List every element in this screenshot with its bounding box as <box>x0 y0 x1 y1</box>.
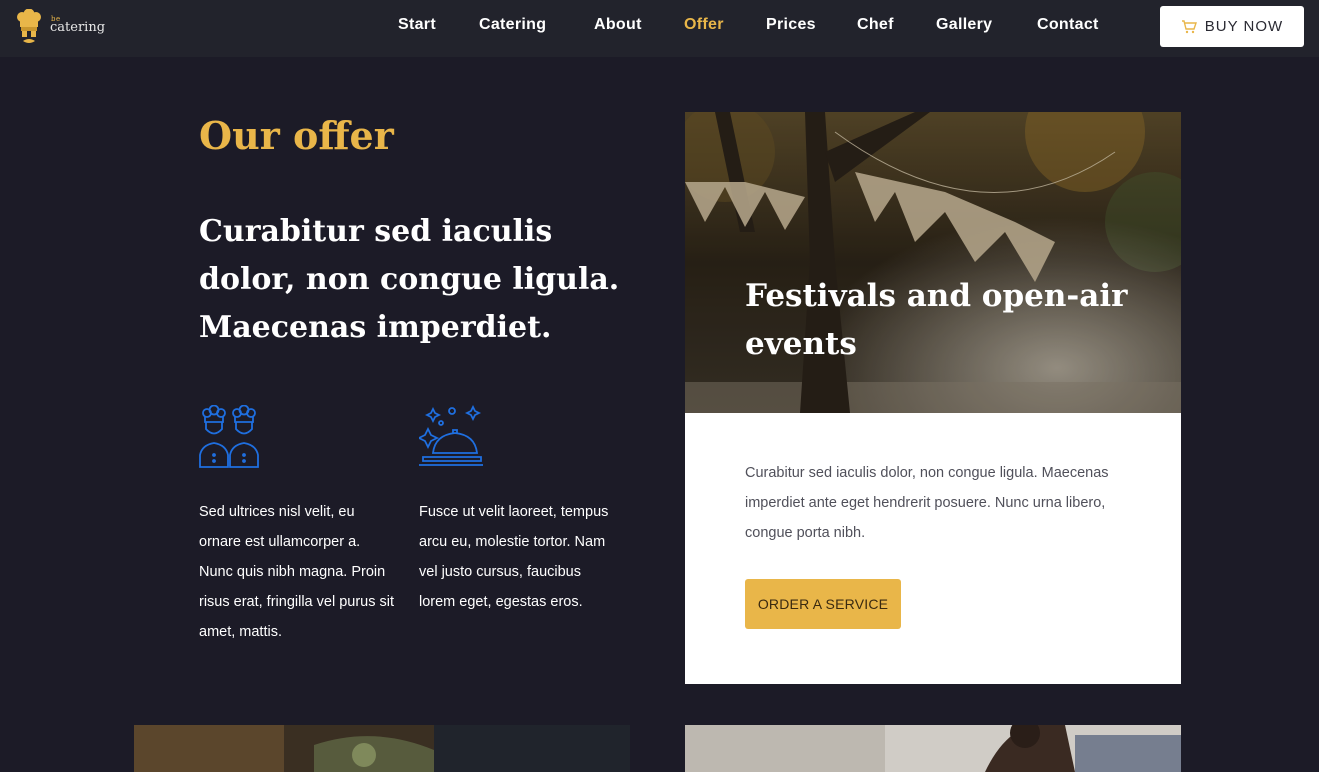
nav-item-contact[interactable]: Contact <box>1037 16 1099 34</box>
feature-text: Sed ultrices nisl velit, eu ornare est u… <box>199 504 395 640</box>
nav-item-start[interactable]: Start <box>398 16 436 34</box>
feature-item: Sed ultrices nisl velit, eu ornare est u… <box>199 405 394 647</box>
offer-card: Festivals and open-air events Curabitur … <box>685 112 1181 684</box>
food-image <box>134 725 630 772</box>
feature-item: Fusce ut velit laoreet, tempus arcu eu, … <box>419 405 614 617</box>
site-header: be catering Start Catering About Offer P… <box>0 0 1319 57</box>
main-nav: Start Catering About Offer Prices Chef G… <box>0 0 1319 57</box>
card-text: Curabitur sed iaculis dolor, non congue … <box>745 465 1109 541</box>
cloche-icon <box>419 405 483 466</box>
chefs-icon <box>199 405 259 468</box>
nav-item-gallery[interactable]: Gallery <box>936 16 992 34</box>
festival-image: Festivals and open-air events <box>685 112 1181 413</box>
lead-text: Curabitur sed iaculis dolor, non congue … <box>199 214 620 345</box>
buy-now-label: BUY NOW <box>1204 18 1284 35</box>
nav-item-catering[interactable]: Catering <box>479 16 546 34</box>
nav-item-prices[interactable]: Prices <box>766 16 816 34</box>
feature-text: Fusce ut velit laoreet, tempus arcu eu, … <box>419 504 609 610</box>
card-body: Curabitur sed iaculis dolor, non congue … <box>685 413 1181 684</box>
nav-item-about[interactable]: About <box>594 16 642 34</box>
nav-item-chef[interactable]: Chef <box>857 16 894 34</box>
order-service-button[interactable]: ORDER A SERVICE <box>745 579 901 629</box>
card-title: Festivals and open-air events <box>745 278 1128 362</box>
nav-item-offer[interactable]: Offer <box>684 16 724 34</box>
buy-now-button[interactable]: BUY NOW <box>1160 6 1304 47</box>
chef-image <box>685 725 1181 772</box>
section-title: Our offer <box>199 113 394 158</box>
cart-icon <box>1181 19 1197 33</box>
